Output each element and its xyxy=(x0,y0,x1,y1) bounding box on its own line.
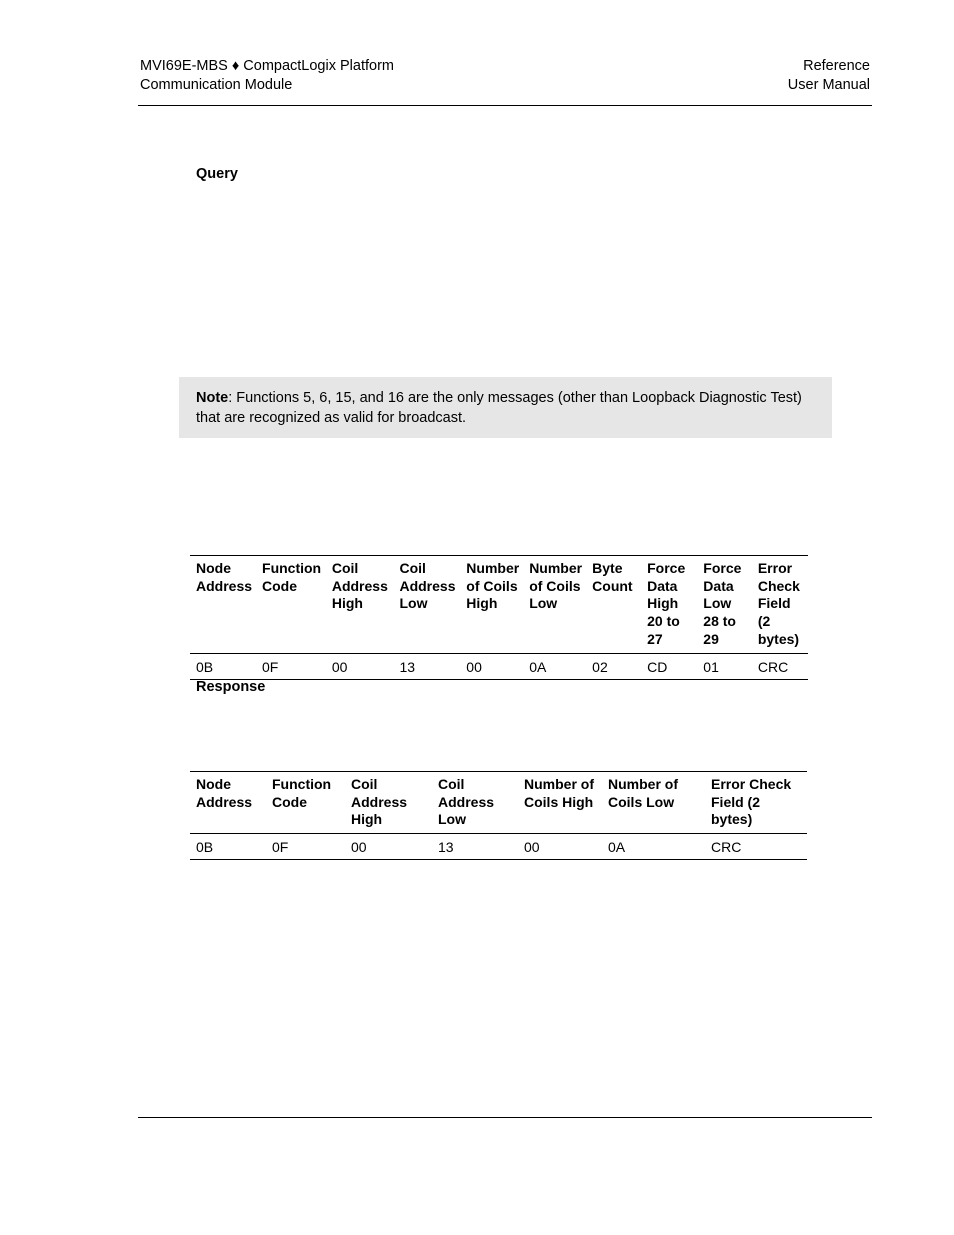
table-cell: 01 xyxy=(703,658,719,675)
table-cell: 0A xyxy=(529,658,547,675)
response-heading: Response xyxy=(196,679,266,695)
column-header: Byte Count xyxy=(592,560,633,594)
table-cell: 0B xyxy=(196,658,214,675)
table-cell: 13 xyxy=(438,839,454,856)
query-heading: Query xyxy=(196,166,238,182)
table-row: 0B 0F 00 13 00 0A CRC xyxy=(190,834,807,860)
table-cell: 00 xyxy=(331,658,348,675)
response-table: Node Address Function Code Coil Address Hi… xyxy=(190,771,807,860)
column-header: Number of Coils Low xyxy=(608,776,678,810)
note-label: Note xyxy=(196,390,229,406)
table-cell: 0F xyxy=(262,658,279,675)
table-cell: 13 xyxy=(399,658,416,675)
response-table-header-row: Node Address Function Code Coil Address Hi… xyxy=(190,771,807,834)
query-table: Node Address Function Code Coil Address Hi… xyxy=(190,555,808,680)
footer-divider xyxy=(138,1117,872,1118)
column-header: Function Code xyxy=(262,560,322,594)
table-cell: 02 xyxy=(592,658,608,675)
header-product-title: MVI69E-MBS ♦ CompactLogix Platform xyxy=(140,58,394,74)
header-right: Reference User Manual xyxy=(788,57,870,95)
header-section: Reference xyxy=(803,58,870,74)
column-header: Coil Address High xyxy=(351,776,408,828)
table-cell: 00 xyxy=(351,839,367,856)
header-left: MVI69E-MBS ♦ CompactLogix Platform Commu… xyxy=(140,57,394,95)
note-box: Note: Functions 5, 6, 15, and 16 are the… xyxy=(179,377,832,438)
table-cell: 0B xyxy=(196,839,214,856)
header-divider xyxy=(138,105,872,106)
column-header: Coil Address Low xyxy=(399,560,456,612)
table-cell: CRC xyxy=(757,658,789,675)
table-cell: 0F xyxy=(272,839,289,856)
column-header: Error Check Field (2 bytes) xyxy=(711,776,792,828)
query-table-header-row: Node Address Function Code Coil Address Hi… xyxy=(190,555,808,654)
column-header: Node Address xyxy=(196,560,253,594)
column-header: Number of Coils High xyxy=(524,776,594,810)
table-cell: 00 xyxy=(524,839,540,856)
column-header: Number of Coils High xyxy=(466,560,520,612)
header-doc-type: User Manual xyxy=(787,77,870,93)
table-cell: 0A xyxy=(608,839,626,856)
table-row: 0B 0F 00 13 00 0A 02 CD 01 CRC xyxy=(190,653,808,680)
column-header: Coil Address Low xyxy=(438,776,495,828)
column-header: Function Code xyxy=(272,776,332,810)
column-header: Number of Coils Low xyxy=(529,560,583,612)
table-cell: CRC xyxy=(711,839,742,856)
column-header: Coil Address High xyxy=(331,560,388,612)
note-text: : Functions 5, 6, 15, and 16 are the onl… xyxy=(196,390,802,426)
column-header: Force Data High 20 to 27 xyxy=(647,560,686,647)
column-header: Force Data Low 28 to 29 xyxy=(703,560,742,647)
table-cell: CD xyxy=(647,658,668,675)
column-header: Error Check Field (2 bytes) xyxy=(757,560,800,647)
column-header: Node Address xyxy=(196,776,253,810)
table-cell: 00 xyxy=(466,658,482,675)
header-product-subtitle: Communication Module xyxy=(140,77,293,93)
